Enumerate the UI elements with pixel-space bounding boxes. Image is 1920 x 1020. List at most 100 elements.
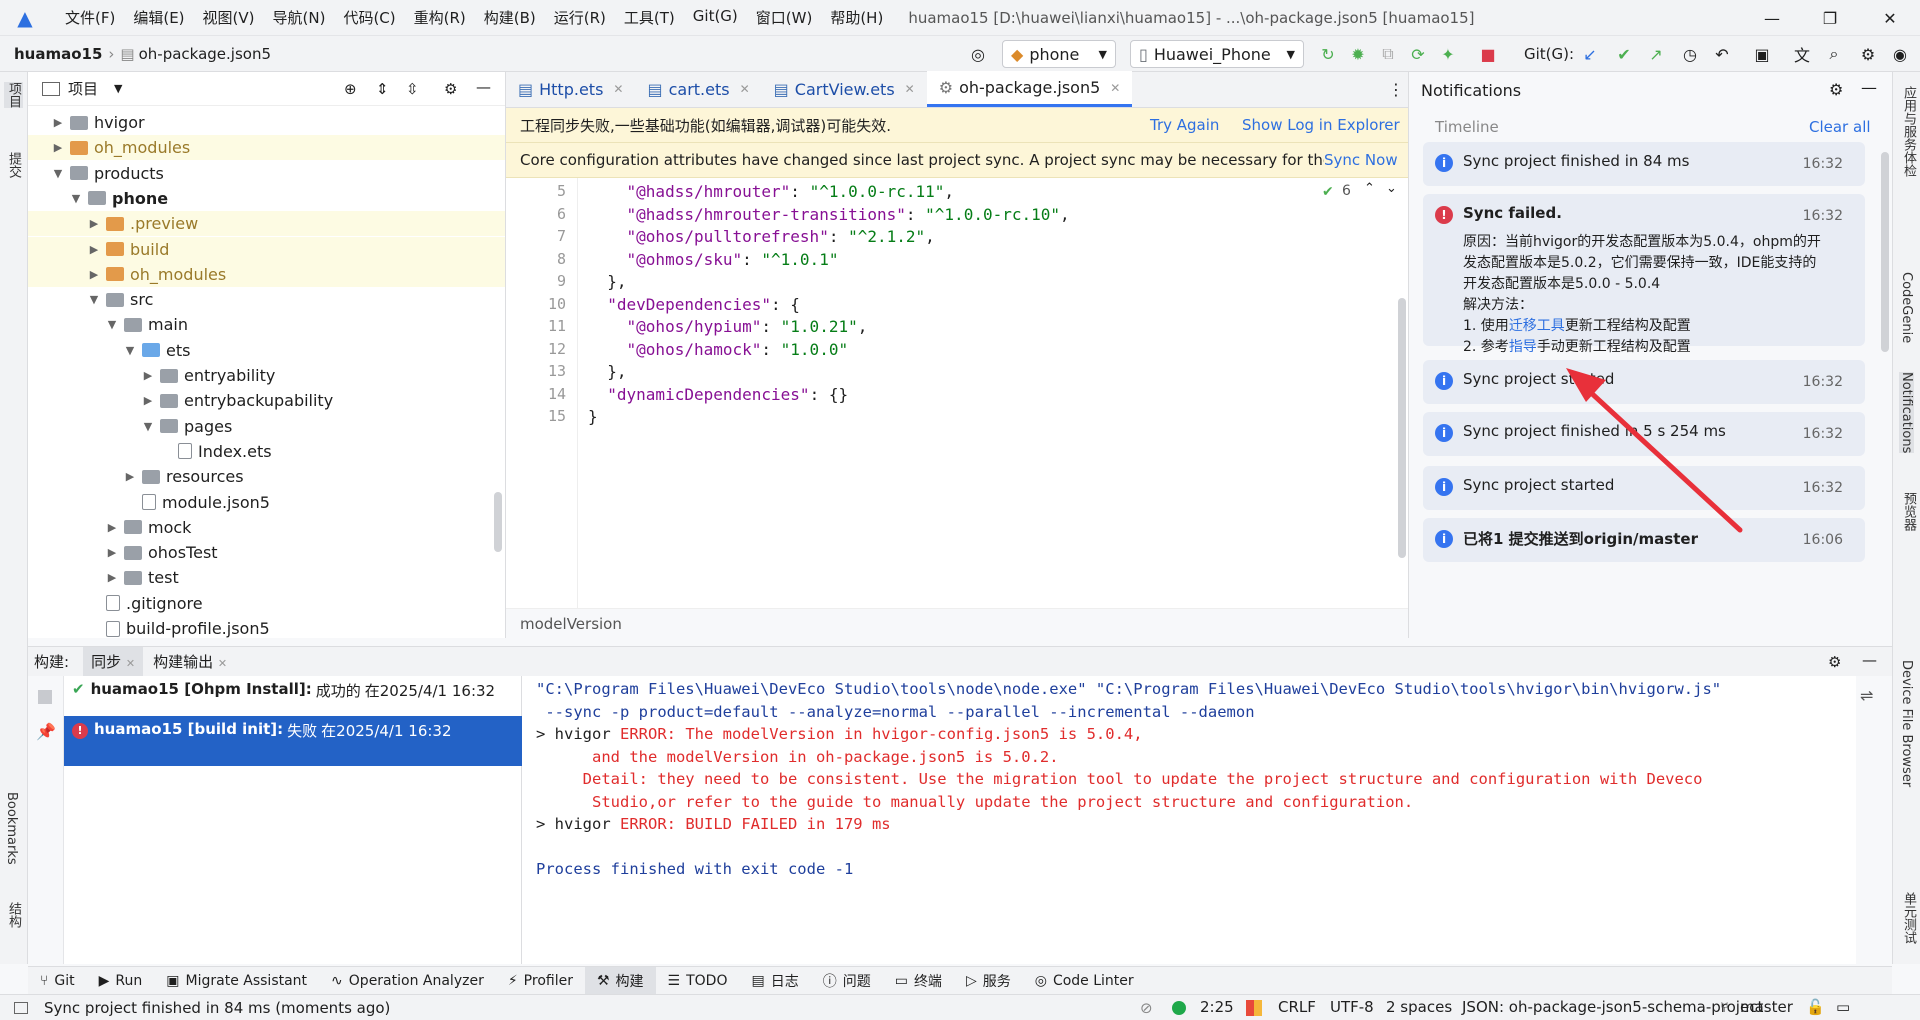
profile-icon[interactable]: ✦: [1438, 44, 1458, 64]
pin-icon[interactable]: 📌: [36, 722, 56, 741]
chevron-down-icon[interactable]: ▼: [114, 82, 122, 95]
tab-build-output[interactable]: 构建输出 ✕: [153, 651, 227, 672]
chevron-right-icon[interactable]: ▶: [50, 116, 66, 129]
tree-item[interactable]: ▶ resources: [28, 464, 505, 489]
stop-icon[interactable]: ■: [1478, 44, 1498, 64]
memory-indicator-icon[interactable]: ▭: [1836, 998, 1850, 1016]
hide-panel-icon[interactable]: —: [1861, 78, 1877, 97]
device-select[interactable]: ▯ Huawei_Phone ▼: [1130, 40, 1304, 68]
chevron-right-icon[interactable]: ▶: [140, 369, 156, 382]
editor-tab[interactable]: ⚙ oh-package.json5 ✕: [926, 71, 1133, 107]
next-highlight-icon[interactable]: ⌄: [1386, 181, 1397, 196]
chevron-right-icon[interactable]: ▶: [122, 470, 138, 483]
tool-tab[interactable]: ▣ Migrate Assistant: [154, 967, 319, 995]
notification-card[interactable]: ! Sync failed. 16:32 原因：当前hvigor的开发态配置版本为5.…: [1423, 194, 1865, 355]
menu-item[interactable]: 工具(T): [615, 7, 684, 28]
tool-tab[interactable]: ☰ TODO: [656, 967, 740, 995]
caret-position[interactable]: 2:25: [1200, 998, 1234, 1016]
close-icon[interactable]: ✕: [1110, 81, 1120, 95]
notification-card[interactable]: i Sync project finished in 5 s 254 ms 16:3…: [1423, 412, 1865, 456]
tool-tab[interactable]: ▶ Run: [87, 967, 155, 995]
menu-item[interactable]: 导航(N): [264, 7, 335, 28]
debug-icon[interactable]: ✹: [1348, 44, 1368, 64]
build-settings-icon[interactable]: ⚙: [1828, 653, 1841, 671]
tree-item[interactable]: ▶ entryability: [28, 363, 505, 388]
tree-item[interactable]: module.json5: [28, 490, 505, 515]
chevron-right-icon[interactable]: ▶: [86, 243, 102, 256]
close-icon[interactable]: ✕: [1862, 0, 1918, 36]
menu-item[interactable]: 代码(C): [334, 7, 404, 28]
no-notification-icon[interactable]: ⊘: [1140, 999, 1153, 1017]
chevron-down-icon[interactable]: ▼: [50, 167, 66, 180]
codegenie-tool-button[interactable]: CodeGenie: [1899, 272, 1914, 343]
chevron-down-icon[interactable]: ▼: [68, 192, 84, 205]
chevron-down-icon[interactable]: ▼: [86, 293, 102, 306]
tree-item[interactable]: Index.ets: [28, 439, 505, 464]
tree-item[interactable]: ▶ hvigor: [28, 110, 505, 135]
code-editor[interactable]: 5 6 7 8 9 10 11 12 13 14 15 "@hadss/hmrouter": "^1…: [506, 178, 1408, 608]
tool-tab[interactable]: ◎ Code Linter: [1023, 967, 1146, 995]
attach-debugger-icon[interactable]: ⧉: [1378, 44, 1398, 64]
chevron-down-icon[interactable]: ▼: [122, 344, 138, 357]
chevron-down-icon[interactable]: ▼: [104, 318, 120, 331]
build-console[interactable]: "C:\Program Files\Huawei\DevEco Studio\t…: [522, 676, 1856, 964]
tree-item[interactable]: ▶ ohosTest: [28, 540, 505, 565]
translate-icon[interactable]: 文: [1792, 44, 1812, 65]
editor-tab[interactable]: ▤ cart.ets ✕: [635, 71, 761, 107]
tree-item[interactable]: build-profile.json5: [28, 616, 505, 638]
chevron-right-icon[interactable]: ▶: [86, 217, 102, 230]
notification-card[interactable]: i Sync project finished in 84 ms 16:32: [1423, 142, 1865, 186]
hide-panel-icon[interactable]: —: [1862, 651, 1877, 669]
connection-status-icon[interactable]: [1172, 1001, 1186, 1015]
close-icon[interactable]: ✕: [218, 657, 227, 670]
tool-tab[interactable]: ▤ 日志: [739, 967, 810, 995]
tab-more-icon[interactable]: ⋮: [1388, 80, 1404, 99]
device-file-browser-tool-button[interactable]: Device File Browser: [1899, 660, 1914, 787]
chevron-right-icon[interactable]: ▶: [104, 571, 120, 584]
clear-all-link[interactable]: Clear all: [1809, 118, 1871, 136]
tool-tab[interactable]: ⑂ Git: [28, 967, 87, 995]
tool-tab[interactable]: ⚒ 构建: [584, 966, 656, 995]
notification-card[interactable]: i 已将1 提交推送到origin/master 16:06: [1423, 518, 1865, 562]
tree-item[interactable]: ▶ entrybackupability: [28, 388, 505, 413]
tree-item[interactable]: ▼ phone: [28, 186, 505, 211]
tool-tab[interactable]: ∿ Operation Analyzer: [319, 967, 496, 995]
bookmarks-tool-button[interactable]: Bookmarks: [4, 792, 19, 865]
status-message[interactable]: Sync project finished in 84 ms (moments …: [44, 999, 390, 1017]
tree-item[interactable]: ▼ src: [28, 287, 505, 312]
indent-setting[interactable]: 2 spaces: [1386, 998, 1452, 1016]
menu-item[interactable]: 构建(B): [475, 7, 545, 28]
minimize-icon[interactable]: —: [1744, 0, 1800, 36]
guide-link[interactable]: 指导: [1509, 339, 1537, 355]
try-again-link[interactable]: Try Again: [1150, 116, 1219, 134]
close-icon[interactable]: ✕: [905, 82, 915, 96]
expand-all-icon[interactable]: ⇕: [376, 80, 389, 98]
chevron-right-icon[interactable]: ▶: [140, 394, 156, 407]
close-icon[interactable]: ✕: [740, 82, 750, 96]
tree-scrollbar[interactable]: [494, 492, 502, 552]
migration-tool-link[interactable]: 迁移工具: [1509, 318, 1565, 334]
menu-item[interactable]: 文件(F): [56, 7, 124, 28]
tree-item[interactable]: ▶ build: [28, 236, 505, 262]
project-tool-button[interactable]: 项目: [4, 82, 23, 108]
commit-tool-button[interactable]: 提交: [4, 152, 23, 178]
stop-build-icon[interactable]: [38, 690, 52, 704]
inspection-ok-icon[interactable]: ✔: [1322, 184, 1334, 200]
tool-tab[interactable]: ▭ 终端: [883, 967, 954, 995]
json-schema[interactable]: JSON: oh-package-json5-schema-project: [1462, 998, 1763, 1016]
apply-changes-icon[interactable]: ⟳: [1408, 44, 1428, 64]
notifications-tool-button[interactable]: Notifications: [1899, 372, 1914, 454]
editor-scrollbar[interactable]: [1398, 298, 1406, 558]
device-manager-icon[interactable]: ▣: [1752, 44, 1772, 64]
tree-item[interactable]: ▼ products: [28, 161, 505, 186]
chevron-right-icon[interactable]: ▶: [50, 141, 66, 154]
notification-card[interactable]: i Sync project started 16:32: [1423, 360, 1865, 404]
chevron-right-icon[interactable]: ▶: [104, 546, 120, 559]
structure-tool-button[interactable]: 结构: [4, 902, 23, 928]
chevron-right-icon[interactable]: ▶: [86, 268, 102, 281]
tree-item[interactable]: ▶ oh_modules: [28, 261, 505, 287]
menu-item[interactable]: Git(G): [684, 7, 747, 28]
git-push-icon[interactable]: ↗: [1646, 44, 1666, 64]
settings-gear-icon[interactable]: ⚙: [1858, 44, 1878, 64]
build-row[interactable]: ✔ huamao15 [Ohpm Install]: 成功的 在2025/4/1 16…: [64, 676, 522, 712]
